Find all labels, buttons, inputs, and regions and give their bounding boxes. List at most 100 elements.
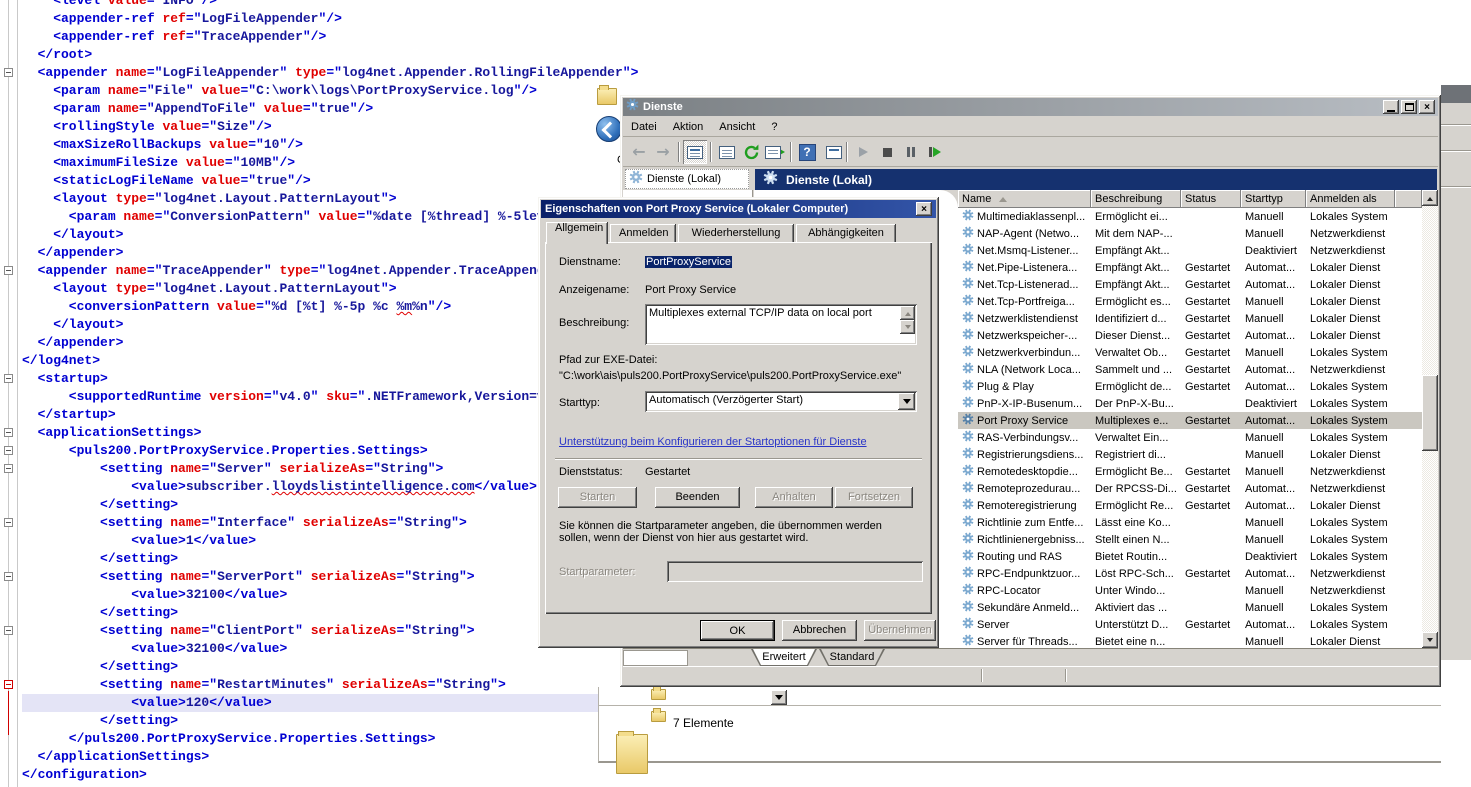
scroll-up-button[interactable] <box>1422 190 1438 206</box>
services-table[interactable]: NameBeschreibungStatusStarttypAnmelden a… <box>958 190 1438 648</box>
chevron-down-icon[interactable] <box>898 393 915 410</box>
toolbar[interactable]: ←→? <box>623 138 1438 167</box>
collapse-box-icon[interactable] <box>4 428 13 437</box>
service-row[interactable]: NetzwerklistendienstIdentifiziert d...Ge… <box>958 310 1422 327</box>
service-row[interactable]: Net.Tcp-Portfreiga...Ermöglicht es...Ges… <box>958 293 1422 310</box>
column-header-anmelden-als[interactable]: Anmelden als <box>1306 190 1395 208</box>
dialog-close-icon[interactable]: × <box>916 202 932 216</box>
service-row[interactable]: Remotedesktopdie...Ermöglicht Be...Gesta… <box>958 463 1422 480</box>
textbox-scrollbar[interactable] <box>900 306 915 334</box>
beenden-button[interactable]: Beenden <box>655 487 740 508</box>
beschreibung-textbox[interactable]: Multiplexes external TCP/IP data on loca… <box>645 304 917 345</box>
refresh-icon[interactable] <box>739 140 763 164</box>
service-row[interactable]: RemoteregistrierungErmöglicht Re...Gesta… <box>958 497 1422 514</box>
service-row[interactable]: Port Proxy ServiceMultiplexes e...Gestar… <box>958 412 1422 429</box>
table-body[interactable]: Multimediaklassenpl...Ermöglicht ei...Ma… <box>958 208 1422 648</box>
collapse-box-icon[interactable] <box>4 464 13 473</box>
starttyp-combobox[interactable]: Automatisch (Verzögerter Start) <box>645 391 917 412</box>
column-header-starttyp[interactable]: Starttyp <box>1241 190 1306 208</box>
collapse-box-icon[interactable] <box>4 446 13 455</box>
scroll-down-button[interactable] <box>900 320 915 334</box>
service-control-buttons[interactable]: Starten Beenden AnhaltenFortsetzen <box>545 487 932 509</box>
bernehmen-button[interactable]: Übernehmen <box>864 620 936 641</box>
service-row[interactable]: Registrierungsdiens...Registriert di...M… <box>958 446 1422 463</box>
scrollbar-thumb[interactable] <box>1422 375 1438 451</box>
collapse-box-icon[interactable] <box>4 572 13 581</box>
editor-code[interactable]: <level value="INFO"/> <appender-ref ref=… <box>22 0 622 784</box>
service-row[interactable]: Net.Pipe-Listenera...Empfängt Akt...Gest… <box>958 259 1422 276</box>
column-header-beschreibung[interactable]: Beschreibung <box>1091 190 1181 208</box>
menu-item-ansicht[interactable]: Ansicht <box>711 119 763 135</box>
properties-list-icon[interactable] <box>715 140 739 164</box>
maximize-button[interactable] <box>1401 100 1417 114</box>
service-row[interactable]: Richtlinienergebniss...Stellt einen N...… <box>958 531 1422 548</box>
vertical-scrollbar[interactable] <box>1422 190 1438 648</box>
service-row[interactable]: Routing und RASBietet Routin...Deaktivie… <box>958 548 1422 565</box>
start-service-icon[interactable] <box>851 140 875 164</box>
fortsetzen-button[interactable]: Fortsetzen <box>835 487 913 508</box>
export-list-icon[interactable] <box>763 140 787 164</box>
restart-service-icon[interactable] <box>923 140 947 164</box>
collapse-box-icon[interactable] <box>4 374 13 383</box>
service-row[interactable]: Server für Threads...Bietet eine n...Man… <box>958 633 1422 648</box>
tab-abhngigkeiten[interactable]: Abhängigkeiten <box>796 224 896 243</box>
collapse-box-icon[interactable] <box>4 518 13 527</box>
service-row[interactable]: Multimediaklassenpl...Ermöglicht ei...Ma… <box>958 208 1422 225</box>
tab-wiederherstellung[interactable]: Wiederherstellung <box>678 224 794 243</box>
dropdown-button[interactable] <box>771 690 787 705</box>
service-row[interactable]: Net.Msmq-Listener...Empfängt Akt...Deakt… <box>958 242 1422 259</box>
service-row[interactable]: Netzwerkverbindun...Verwaltet Ob...Gesta… <box>958 344 1422 361</box>
stop-service-icon[interactable] <box>875 140 899 164</box>
menu-bar[interactable]: DateiAktionAnsicht? <box>623 117 1438 137</box>
changed-collapse-box-icon[interactable] <box>4 680 13 689</box>
service-row[interactable]: ServerUnterstützt D...GestartetAutomat..… <box>958 616 1422 633</box>
dialog-buttons[interactable]: OKAbbrechenÜbernehmen <box>538 620 932 642</box>
service-row[interactable]: PnP-X-IP-Busenum...Der PnP-X-Bu...Deakti… <box>958 395 1422 412</box>
abbrechen-button[interactable]: Abbrechen <box>782 620 857 641</box>
collapse-box-icon[interactable] <box>4 68 13 77</box>
ok-button[interactable]: OK <box>700 620 775 641</box>
service-row[interactable]: Sekundäre Anmeld...Aktiviert das ...Manu… <box>958 599 1422 616</box>
window-titlebar[interactable]: Dienste × <box>623 98 1438 116</box>
anhalten-button[interactable]: Anhalten <box>755 487 833 508</box>
service-row[interactable]: RAS-Verbindungsv...Verwaltet Ein...Manue… <box>958 429 1422 446</box>
service-row[interactable]: Plug & PlayErmöglicht de...GestartetAuto… <box>958 378 1422 395</box>
collapse-box-icon[interactable] <box>4 626 13 635</box>
scroll-down-button[interactable] <box>1422 632 1438 648</box>
view-tab-erweitert[interactable]: Erweitert <box>751 649 817 666</box>
console-window-icon[interactable] <box>683 140 707 164</box>
column-header-name[interactable]: Name <box>958 190 1091 208</box>
service-row[interactable]: Netzwerkspeicher-...Dieser Dienst...Gest… <box>958 327 1422 344</box>
startoptions-help-link[interactable]: Unterstützung beim Konfigurieren der Sta… <box>559 436 867 448</box>
collapse-box-icon[interactable] <box>4 266 13 275</box>
scroll-up-button[interactable] <box>900 306 915 320</box>
view-tabs-row[interactable]: ErweitertStandard <box>623 648 1438 666</box>
service-row[interactable]: NLA (Network Loca...Sammelt und ...Gesta… <box>958 361 1422 378</box>
service-row[interactable]: RPC-LocatorUnter Windo...ManuellNetzwerk… <box>958 582 1422 599</box>
close-button[interactable]: × <box>1419 100 1435 114</box>
dialog-titlebar[interactable]: Eigenschaften von Port Proxy Service (Lo… <box>541 200 936 218</box>
startparameter-input[interactable] <box>667 561 923 582</box>
back-button-icon[interactable] <box>596 116 622 142</box>
service-row[interactable]: Remoteprozedurau...Der RPCSS-Di...Gestar… <box>958 480 1422 497</box>
forward-arrow-icon[interactable]: → <box>651 140 675 164</box>
minimize-button[interactable] <box>1383 100 1399 114</box>
tree-item-dienste-lokal[interactable]: Dienste (Lokal) <box>625 169 749 189</box>
tab-allgemein[interactable]: Allgemein <box>546 222 608 244</box>
help-icon[interactable]: ? <box>795 140 819 164</box>
extended-view-icon[interactable] <box>819 140 843 164</box>
service-row[interactable]: Net.Tcp-Listenerad...Empfängt Akt...Gest… <box>958 276 1422 293</box>
properties-dialog[interactable]: Eigenschaften von Port Proxy Service (Lo… <box>538 197 939 648</box>
service-row[interactable]: NAP-Agent (Netwo...Mit dem NAP-...Manuel… <box>958 225 1422 242</box>
menu-item-aktion[interactable]: Aktion <box>665 119 712 135</box>
pause-service-icon[interactable] <box>899 140 923 164</box>
menu-item-?[interactable]: ? <box>763 119 785 135</box>
menu-item-datei[interactable]: Datei <box>623 119 665 135</box>
column-header-status[interactable]: Status <box>1181 190 1241 208</box>
tab-anmelden[interactable]: Anmelden <box>610 224 676 243</box>
starten-button[interactable]: Starten <box>558 487 637 508</box>
service-row[interactable]: RPC-Endpunktzuor...Löst RPC-Sch...Gestar… <box>958 565 1422 582</box>
xml-editor[interactable]: <level value="INFO"/> <appender-ref ref=… <box>0 0 622 787</box>
view-tab-standard[interactable]: Standard <box>819 649 885 666</box>
back-arrow-icon[interactable]: ← <box>627 140 651 164</box>
